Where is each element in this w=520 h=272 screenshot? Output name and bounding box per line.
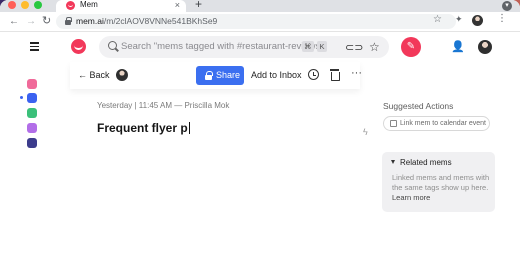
suggested-actions-heading: Suggested Actions [383,101,454,111]
address-bar[interactable]: mem.ai/m/2clAOV8VNNe541BKhSe9 [56,14,456,29]
related-mems-text: Linked mems and mems with the same tags … [392,173,490,192]
new-mem-button[interactable]: ✎ [401,37,421,57]
trash-icon[interactable] [330,69,340,81]
search-icon [108,41,117,50]
tab-close-icon[interactable]: × [175,0,180,10]
clock-icon[interactable] [308,69,319,80]
url-path: /m/2clAOV8VNNe541BKhSe9 [103,16,218,26]
note-toolbar: ← Back Share Add to Inbox ··· [70,62,362,89]
shortcut-k-key: K [317,41,327,52]
text-cursor [188,122,190,134]
shortcut-cmd-key: ⌘ [302,41,314,52]
back-button[interactable]: ← Back [78,69,110,81]
learn-more-link[interactable]: Learn more [392,193,430,202]
calendar-icon [390,120,397,127]
lock-icon[interactable] [65,17,72,25]
reload-icon[interactable]: ↻ [42,15,51,28]
mem-logo-icon[interactable] [71,39,86,54]
close-window-button[interactable] [8,1,16,9]
tab-strip: Mem × + ▾ [0,0,520,12]
link-icon[interactable]: ⊂⊃ [345,41,363,54]
forward-arrow-icon[interactable]: → [26,15,36,28]
rail-item-2[interactable] [27,93,37,103]
hamburger-menu-icon[interactable] [30,42,39,51]
related-mems-heading[interactable]: Related mems [400,157,452,168]
new-tab-button[interactable]: + [195,0,202,10]
browser-window: Mem × + ▾ ← → ↻ mem.ai/m/2clAOV8VNNe541B… [0,0,520,272]
rail-item-5[interactable] [27,138,37,148]
related-mems-description: Linked mems and mems with the same tags … [392,173,492,203]
star-icon[interactable]: ☆ [369,40,380,54]
more-options-icon[interactable]: ··· [351,66,362,80]
related-mems-panel: Related mems Linked mems and mems with t… [382,152,495,212]
mem-favicon-icon [66,1,75,10]
maximize-window-button[interactable] [34,1,42,9]
chrome-profile-icon[interactable]: ▾ [502,1,512,11]
tab-title: Mem [80,0,98,9]
add-user-icon[interactable]: 👤 [451,40,465,53]
left-rail [0,70,45,160]
rail-item-3[interactable] [27,108,37,118]
chrome-menu-icon[interactable]: ⋮ [497,13,507,24]
note-title-text: Frequent flyer p [97,121,188,135]
active-indicator [20,96,23,99]
url-host: mem.ai [76,16,104,26]
search-input[interactable]: Search "mems tagged with #restaurant-rev… [99,36,389,58]
link-calendar-button[interactable]: Link mem to calendar event [383,116,490,131]
minimize-window-button[interactable] [21,1,29,9]
note-metadata: Yesterday | 11:45 AM — Priscilla Mok [97,101,230,110]
lightning-icon[interactable]: ϟ [363,126,368,138]
back-arrow-icon[interactable]: ← [9,15,19,28]
note-title-editor[interactable]: Frequent flyer p [97,121,190,136]
avatar[interactable] [478,40,492,54]
chrome-avatar[interactable] [472,15,483,26]
rail-item-1[interactable] [27,79,37,89]
bookmark-star-icon[interactable]: ☆ [433,14,442,25]
add-to-inbox-button[interactable]: Add to Inbox [251,69,302,81]
url-text[interactable]: mem.ai/m/2clAOV8VNNe541BKhSe9 [76,16,217,27]
share-label: Share [216,70,241,80]
search-placeholder: Search "mems tagged with #restaurant-rev… [121,41,324,52]
lock-icon [205,71,213,80]
author-avatar[interactable] [116,69,128,81]
collapse-triangle-icon[interactable] [391,160,395,164]
browser-tab[interactable]: Mem × [56,0,186,12]
browser-toolbar: ← → ↻ mem.ai/m/2clAOV8VNNe541BKhSe9 [0,12,520,32]
rail-item-4[interactable] [27,123,37,133]
share-button[interactable]: Share [196,66,244,85]
app-header: Search "mems tagged with #restaurant-rev… [0,32,520,62]
link-calendar-label: Link mem to calendar event [400,120,486,127]
extensions-icon[interactable]: ✦ [455,14,463,25]
